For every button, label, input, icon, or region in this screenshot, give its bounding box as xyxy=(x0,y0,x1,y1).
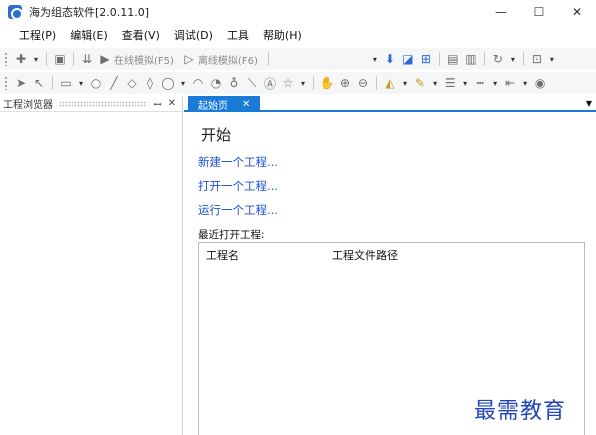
panel-title: 工程浏览器 xyxy=(3,100,53,111)
text-box-icon[interactable]: Ⓐ xyxy=(261,74,279,92)
title-bar: 海为组态软件[2.0.11.0] — ☐ ✕ xyxy=(0,0,596,24)
tab-start-page[interactable]: 起始页 ✕ xyxy=(188,96,260,112)
diamond-icon[interactable]: ◊ xyxy=(141,74,159,92)
tab-list-dropdown-icon[interactable]: ▼ xyxy=(586,99,592,108)
ellipse-icon[interactable]: ○ xyxy=(87,74,105,92)
toolbar-divider xyxy=(483,52,485,66)
dropdown-icon[interactable]: ▾ xyxy=(373,55,377,64)
panel-close-icon[interactable]: ✕ xyxy=(168,98,176,109)
online-sim-button[interactable]: 在线模拟(F5) xyxy=(114,52,174,67)
fill-color-dropdown-icon[interactable]: ▾ xyxy=(403,79,407,88)
line-style-dropdown-icon[interactable]: ▾ xyxy=(493,79,497,88)
grid-icon[interactable]: ⊡ xyxy=(528,50,546,68)
toolbar-divider xyxy=(376,76,378,90)
toolbar-divider xyxy=(313,76,315,90)
arrow-style-icon[interactable]: ⇤ xyxy=(501,74,519,92)
menu-view[interactable]: 查看(V) xyxy=(115,26,167,46)
add-dropdown-icon[interactable]: ▾ xyxy=(34,55,38,64)
upload-blue-icon[interactable]: ◪ xyxy=(399,50,417,68)
polygon-icon[interactable]: ◇ xyxy=(123,74,141,92)
pan-hand-icon[interactable]: ✋ xyxy=(318,74,336,92)
watermark-text: 最需教育 xyxy=(474,399,567,424)
document-area: 起始页 ✕ ▼ 开始 新建一个工程... 打开一个工程... 运行一个工程...… xyxy=(184,96,596,435)
line-icon[interactable]: ╱ xyxy=(105,74,123,92)
toolbar-divider xyxy=(73,52,75,66)
line-color-icon[interactable]: ✎ xyxy=(411,74,429,92)
save-icon[interactable]: ▣ xyxy=(51,50,69,68)
line-width-icon[interactable]: ☰ xyxy=(441,74,459,92)
circle-icon[interactable]: ◯ xyxy=(159,74,177,92)
line-style-icon[interactable]: ┅ xyxy=(471,74,489,92)
panel-header: 工程浏览器 ꟷ ✕ xyxy=(0,96,182,112)
add-icon[interactable]: ✚ xyxy=(12,50,30,68)
recent-projects-label: 最近打开工程: xyxy=(198,229,265,241)
pointer-icon[interactable]: ↖ xyxy=(30,74,48,92)
pin-icon[interactable]: ꟷ xyxy=(153,97,161,111)
toolbar-divider xyxy=(438,52,440,66)
toolbar-grip[interactable] xyxy=(4,52,8,66)
zoom-in-icon[interactable]: ⊕ xyxy=(336,74,354,92)
line-width-dropdown-icon[interactable]: ▾ xyxy=(463,79,467,88)
offline-sim-button[interactable]: 离线模拟(F6) xyxy=(198,52,258,67)
toolbar-divider xyxy=(46,52,48,66)
app-logo-icon xyxy=(8,5,23,20)
layout-icon[interactable]: ⊞ xyxy=(417,50,435,68)
pie-icon[interactable]: ◔ xyxy=(207,74,225,92)
pipe-icon[interactable]: ⟍ xyxy=(243,74,261,92)
menu-help[interactable]: 帮助(H) xyxy=(256,26,309,46)
rectangle-icon[interactable]: ▭ xyxy=(57,74,75,92)
star-dropdown-icon[interactable]: ▾ xyxy=(301,79,305,88)
menu-project[interactable]: 工程(P) xyxy=(12,26,63,46)
maximize-button[interactable]: ☐ xyxy=(520,0,558,24)
app-window: 海为组态软件[2.0.11.0] — ☐ ✕ 工程(P) 编辑(E) 查看(V)… xyxy=(0,0,596,435)
toolbar-divider xyxy=(267,52,269,66)
panel-drag-handle[interactable] xyxy=(59,100,148,107)
toolbar-overflow-icon[interactable]: ▾ xyxy=(550,55,554,64)
column-header-project-name[interactable]: 工程名 xyxy=(206,247,239,263)
online-sim-play-icon[interactable]: ▶ xyxy=(96,50,114,68)
download-icon[interactable]: ⇊ xyxy=(78,50,96,68)
select-arrow-icon[interactable]: ➤ xyxy=(12,74,30,92)
valve-icon[interactable]: ♁ xyxy=(225,74,243,92)
arrow-style-dropdown-icon[interactable]: ▾ xyxy=(523,79,527,88)
run-project-link[interactable]: 运行一个工程... xyxy=(198,202,278,218)
menu-bar: 工程(P) 编辑(E) 查看(V) 调试(D) 工具 帮助(H) xyxy=(0,26,309,46)
project-browser-panel: 工程浏览器 ꟷ ✕ xyxy=(0,96,183,435)
toolbar-overflow-icon[interactable]: ▾ xyxy=(511,55,515,64)
record-icon[interactable]: ◉ xyxy=(531,74,549,92)
start-heading: 开始 xyxy=(201,126,232,144)
circle-dropdown-icon[interactable]: ▾ xyxy=(181,79,185,88)
tab-label: 起始页 xyxy=(198,100,228,112)
refresh-icon[interactable]: ↻ xyxy=(489,50,507,68)
star-icon[interactable]: ☆ xyxy=(279,74,297,92)
tab-close-icon[interactable]: ✕ xyxy=(242,99,250,110)
window-title: 海为组态软件[2.0.11.0] xyxy=(29,6,150,19)
download-blue-icon[interactable]: ⬇ xyxy=(381,50,399,68)
drawing-toolbar: ➤ ↖ ▭ ▾ ○ ╱ ◇ ◊ ◯ ▾ ◠ ◔ ♁ ⟍ Ⓐ ☆ ▾ ✋ ⊕ ⊖ … xyxy=(0,72,596,94)
menu-edit[interactable]: 编辑(E) xyxy=(63,26,115,46)
menu-debug[interactable]: 调试(D) xyxy=(167,26,220,46)
rectangle-dropdown-icon[interactable]: ▾ xyxy=(79,79,83,88)
window-controls: — ☐ ✕ xyxy=(482,0,596,24)
open-project-link[interactable]: 打开一个工程... xyxy=(198,178,278,194)
line-color-dropdown-icon[interactable]: ▾ xyxy=(433,79,437,88)
fill-color-icon[interactable]: ◭ xyxy=(381,74,399,92)
arc-icon[interactable]: ◠ xyxy=(189,74,207,92)
zoom-out-icon[interactable]: ⊖ xyxy=(354,74,372,92)
toolbar-divider xyxy=(52,76,53,90)
toolbar-grip[interactable] xyxy=(4,76,8,90)
close-button[interactable]: ✕ xyxy=(558,0,596,24)
toolbar-divider xyxy=(522,52,524,66)
offline-sim-play-icon[interactable]: ▷ xyxy=(180,50,198,68)
minimize-button[interactable]: — xyxy=(482,0,520,24)
tab-strip: 起始页 ✕ ▼ xyxy=(184,96,596,112)
monitor-icon[interactable]: ▤ xyxy=(444,50,462,68)
standard-toolbar: ✚ ▾ ▣ ⇊ ▶ 在线模拟(F5) ▷ 离线模拟(F6) ▾ ⬇ ◪ ⊞ ▤ … xyxy=(0,48,596,70)
screen-icon[interactable]: ▥ xyxy=(462,50,480,68)
new-project-link[interactable]: 新建一个工程... xyxy=(198,154,278,170)
column-header-file-path[interactable]: 工程文件路径 xyxy=(332,247,398,263)
menu-tools[interactable]: 工具 xyxy=(220,26,256,46)
